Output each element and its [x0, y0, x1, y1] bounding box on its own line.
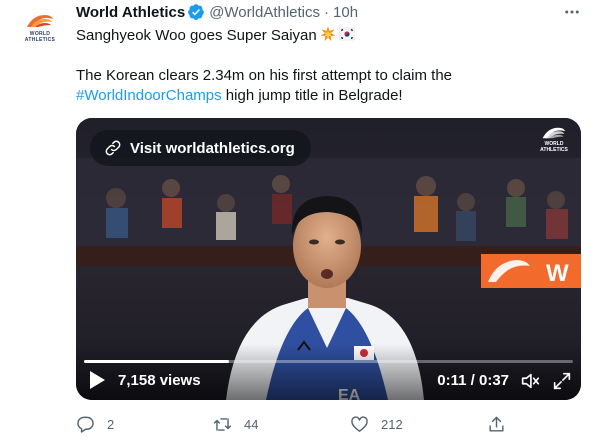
like-count: 212 — [381, 416, 403, 432]
share-button[interactable] — [487, 415, 506, 434]
heart-icon — [351, 415, 368, 432]
retweet-count: 44 — [244, 416, 259, 432]
retweet-icon — [213, 417, 232, 431]
watermark-text: WORLD ATHLETICS — [540, 141, 568, 153]
tweet-header: World Athletics @WorldAthletics · 10h — [76, 0, 582, 24]
timestamp[interactable]: 10h — [333, 4, 358, 21]
like-button[interactable]: 212 — [350, 415, 410, 434]
south-korea-flag-icon — [338, 27, 355, 41]
fullscreen-icon[interactable] — [551, 370, 573, 392]
reply-button[interactable]: 2 — [76, 415, 136, 434]
progress-fill — [84, 360, 230, 363]
retweet-button[interactable]: 44 — [213, 415, 273, 434]
world-athletics-logo-icon — [27, 15, 53, 27]
user-handle[interactable]: @WorldAthletics — [209, 4, 320, 21]
more-icon — [565, 10, 579, 14]
video-watermark: WORLD ATHLETICS — [537, 126, 571, 162]
tweet-line-3: high jump title in Belgrade! — [221, 87, 403, 104]
visit-website-button[interactable]: Visit worldathletics.org — [90, 130, 311, 166]
volume-muted-icon[interactable] — [519, 370, 541, 392]
tweet-actions: 2 44 212 — [76, 412, 506, 436]
tweet-text: Sanghyeok Woo goes Super Saiyan The Kore… — [76, 26, 582, 106]
tweet-content: World Athletics @WorldAthletics · 10h Sa… — [76, 0, 582, 433]
visit-website-label: Visit worldathletics.org — [130, 139, 295, 157]
display-name[interactable]: World Athletics — [76, 4, 185, 21]
video-player[interactable]: W EA Visit worldathletics.org — [76, 118, 581, 400]
link-icon — [105, 140, 121, 156]
world-athletics-watermark-icon — [542, 127, 566, 139]
reply-icon — [77, 416, 94, 433]
view-count: 7,158 views — [118, 372, 201, 389]
share-icon — [489, 416, 504, 432]
hashtag-link[interactable]: #WorldIndoorChamps — [76, 87, 222, 104]
collision-emoji-icon — [320, 26, 336, 41]
video-timecode: 0:11 / 0:37 — [437, 372, 509, 389]
video-controls: 7,158 views 0:11 / 0:37 — [76, 344, 581, 400]
avatar-wordmark: WORLD ATHLETICS — [24, 31, 56, 43]
more-options-button[interactable] — [562, 2, 582, 22]
reply-count: 2 — [107, 416, 115, 432]
progress-bar[interactable] — [84, 360, 573, 363]
banner-text: W — [546, 260, 569, 287]
verified-badge-icon — [188, 4, 205, 20]
tweet-line-1: Sanghyeok Woo goes Super Saiyan — [76, 27, 317, 44]
tweet-line-2: The Korean clears 2.34m on his first att… — [76, 67, 453, 84]
separator-dot: · — [324, 3, 330, 21]
play-button-icon[interactable] — [88, 370, 106, 390]
avatar[interactable]: WORLD ATHLETICS — [16, 4, 64, 52]
